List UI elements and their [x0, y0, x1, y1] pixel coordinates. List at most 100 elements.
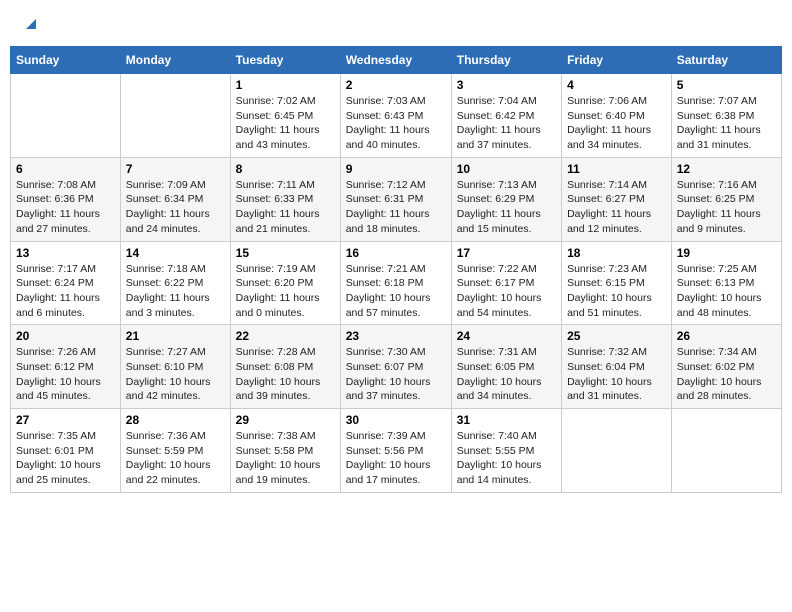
day-header-friday: Friday	[562, 47, 672, 74]
calendar-cell: 2 Sunrise: 7:03 AM Sunset: 6:43 PM Daylig…	[340, 74, 451, 158]
day-number: 4	[567, 78, 666, 92]
calendar-cell: 22Sunrise: 7:28 AM Sunset: 6:08 PM Dayli…	[230, 325, 340, 409]
calendar-cell	[562, 409, 672, 493]
day-detail: Sunrise: 7:16 AM Sunset: 6:25 PM Dayligh…	[677, 178, 776, 237]
day-number: 5	[677, 78, 776, 92]
calendar-cell	[120, 74, 230, 158]
day-number: 2	[346, 78, 446, 92]
calendar-cell: 19Sunrise: 7:25 AM Sunset: 6:13 PM Dayli…	[671, 241, 781, 325]
day-number: 1	[236, 78, 335, 92]
calendar-cell: 15Sunrise: 7:19 AM Sunset: 6:20 PM Dayli…	[230, 241, 340, 325]
day-detail: Sunrise: 7:17 AM Sunset: 6:24 PM Dayligh…	[16, 262, 115, 321]
day-detail: Sunrise: 7:36 AM Sunset: 5:59 PM Dayligh…	[126, 429, 225, 488]
day-number: 19	[677, 246, 776, 260]
calendar-cell: 26 Sunrise: 7:34 AM Sunset: 6:02 PM Dayli…	[671, 325, 781, 409]
logo-icon	[22, 15, 38, 31]
day-number: 26	[677, 329, 776, 343]
day-number: 11	[567, 162, 666, 176]
calendar-cell: 1 Sunrise: 7:02 AM Sunset: 6:45 PM Daylig…	[230, 74, 340, 158]
day-number: 20	[16, 329, 115, 343]
day-detail: Sunrise: 7:32 AM Sunset: 6:04 PM Dayligh…	[567, 345, 666, 404]
calendar-table: SundayMondayTuesdayWednesdayThursdayFrid…	[10, 46, 782, 493]
day-detail: Sunrise: 7:14 AM Sunset: 6:27 PM Dayligh…	[567, 178, 666, 237]
calendar-cell	[671, 409, 781, 493]
day-number: 10	[457, 162, 556, 176]
calendar-cell: 24 Sunrise: 7:31 AM Sunset: 6:05 PM Dayli…	[451, 325, 561, 409]
day-header-saturday: Saturday	[671, 47, 781, 74]
day-detail: Sunrise: 7:21 AM Sunset: 6:18 PM Dayligh…	[346, 262, 446, 321]
calendar-cell: 7 Sunrise: 7:09 AM Sunset: 6:34 PM Daylig…	[120, 157, 230, 241]
calendar-cell: 9 Sunrise: 7:12 AM Sunset: 6:31 PM Daylig…	[340, 157, 451, 241]
day-detail: Sunrise: 7:03 AM Sunset: 6:43 PM Dayligh…	[346, 94, 446, 153]
calendar-cell: 14 Sunrise: 7:18 AM Sunset: 6:22 PM Dayli…	[120, 241, 230, 325]
day-detail: Sunrise: 7:07 AM Sunset: 6:38 PM Dayligh…	[677, 94, 776, 153]
day-detail: Sunrise: 7:02 AM Sunset: 6:45 PM Dayligh…	[236, 94, 335, 153]
calendar-cell: 10 Sunrise: 7:13 AM Sunset: 6:29 PM Dayli…	[451, 157, 561, 241]
day-header-tuesday: Tuesday	[230, 47, 340, 74]
day-number: 13	[16, 246, 115, 260]
day-detail: Sunrise: 7:31 AM Sunset: 6:05 PM Dayligh…	[457, 345, 556, 404]
day-number: 24	[457, 329, 556, 343]
calendar-cell: 18 Sunrise: 7:23 AM Sunset: 6:15 PM Dayli…	[562, 241, 672, 325]
day-number: 22	[236, 329, 335, 343]
calendar-cell: 20 Sunrise: 7:26 AM Sunset: 6:12 PM Dayli…	[11, 325, 121, 409]
day-number: 7	[126, 162, 225, 176]
day-detail: Sunrise: 7:39 AM Sunset: 5:56 PM Dayligh…	[346, 429, 446, 488]
day-number: 30	[346, 413, 446, 427]
day-detail: Sunrise: 7:27 AM Sunset: 6:10 PM Dayligh…	[126, 345, 225, 404]
calendar-cell: 27Sunrise: 7:35 AM Sunset: 6:01 PM Dayli…	[11, 409, 121, 493]
day-detail: Sunrise: 7:04 AM Sunset: 6:42 PM Dayligh…	[457, 94, 556, 153]
day-detail: Sunrise: 7:23 AM Sunset: 6:15 PM Dayligh…	[567, 262, 666, 321]
day-number: 6	[16, 162, 115, 176]
day-header-sunday: Sunday	[11, 47, 121, 74]
day-number: 28	[126, 413, 225, 427]
calendar-cell: 16 Sunrise: 7:21 AM Sunset: 6:18 PM Dayli…	[340, 241, 451, 325]
calendar-cell: 23Sunrise: 7:30 AM Sunset: 6:07 PM Dayli…	[340, 325, 451, 409]
day-detail: Sunrise: 7:18 AM Sunset: 6:22 PM Dayligh…	[126, 262, 225, 321]
day-number: 15	[236, 246, 335, 260]
calendar-cell: 11 Sunrise: 7:14 AM Sunset: 6:27 PM Dayli…	[562, 157, 672, 241]
day-detail: Sunrise: 7:11 AM Sunset: 6:33 PM Dayligh…	[236, 178, 335, 237]
calendar-cell: 28 Sunrise: 7:36 AM Sunset: 5:59 PM Dayli…	[120, 409, 230, 493]
calendar-cell: 30 Sunrise: 7:39 AM Sunset: 5:56 PM Dayli…	[340, 409, 451, 493]
page-header	[10, 10, 782, 36]
day-header-thursday: Thursday	[451, 47, 561, 74]
calendar-cell: 12 Sunrise: 7:16 AM Sunset: 6:25 PM Dayli…	[671, 157, 781, 241]
day-detail: Sunrise: 7:08 AM Sunset: 6:36 PM Dayligh…	[16, 178, 115, 237]
day-number: 9	[346, 162, 446, 176]
day-number: 27	[16, 413, 115, 427]
day-detail: Sunrise: 7:13 AM Sunset: 6:29 PM Dayligh…	[457, 178, 556, 237]
logo	[20, 15, 38, 31]
day-detail: Sunrise: 7:38 AM Sunset: 5:58 PM Dayligh…	[236, 429, 335, 488]
calendar-cell: 13 Sunrise: 7:17 AM Sunset: 6:24 PM Dayli…	[11, 241, 121, 325]
calendar-cell: 21 Sunrise: 7:27 AM Sunset: 6:10 PM Dayli…	[120, 325, 230, 409]
calendar-cell: 4 Sunrise: 7:06 AM Sunset: 6:40 PM Daylig…	[562, 74, 672, 158]
day-detail: Sunrise: 7:34 AM Sunset: 6:02 PM Dayligh…	[677, 345, 776, 404]
day-detail: Sunrise: 7:09 AM Sunset: 6:34 PM Dayligh…	[126, 178, 225, 237]
day-header-monday: Monday	[120, 47, 230, 74]
day-number: 21	[126, 329, 225, 343]
day-detail: Sunrise: 7:06 AM Sunset: 6:40 PM Dayligh…	[567, 94, 666, 153]
day-header-wednesday: Wednesday	[340, 47, 451, 74]
calendar-cell: 8 Sunrise: 7:11 AM Sunset: 6:33 PM Daylig…	[230, 157, 340, 241]
day-detail: Sunrise: 7:40 AM Sunset: 5:55 PM Dayligh…	[457, 429, 556, 488]
calendar-cell: 6 Sunrise: 7:08 AM Sunset: 6:36 PM Daylig…	[11, 157, 121, 241]
day-number: 12	[677, 162, 776, 176]
day-number: 23	[346, 329, 446, 343]
calendar-cell: 3 Sunrise: 7:04 AM Sunset: 6:42 PM Daylig…	[451, 74, 561, 158]
day-number: 25	[567, 329, 666, 343]
day-number: 3	[457, 78, 556, 92]
day-detail: Sunrise: 7:26 AM Sunset: 6:12 PM Dayligh…	[16, 345, 115, 404]
day-number: 18	[567, 246, 666, 260]
calendar-cell: 17Sunrise: 7:22 AM Sunset: 6:17 PM Dayli…	[451, 241, 561, 325]
calendar-cell: 29 Sunrise: 7:38 AM Sunset: 5:58 PM Dayli…	[230, 409, 340, 493]
calendar-cell: 5 Sunrise: 7:07 AM Sunset: 6:38 PM Daylig…	[671, 74, 781, 158]
day-number: 31	[457, 413, 556, 427]
day-detail: Sunrise: 7:12 AM Sunset: 6:31 PM Dayligh…	[346, 178, 446, 237]
day-number: 8	[236, 162, 335, 176]
day-number: 16	[346, 246, 446, 260]
calendar-cell: 31 Sunrise: 7:40 AM Sunset: 5:55 PM Dayli…	[451, 409, 561, 493]
day-number: 29	[236, 413, 335, 427]
day-number: 14	[126, 246, 225, 260]
calendar-cell: 25 Sunrise: 7:32 AM Sunset: 6:04 PM Dayli…	[562, 325, 672, 409]
